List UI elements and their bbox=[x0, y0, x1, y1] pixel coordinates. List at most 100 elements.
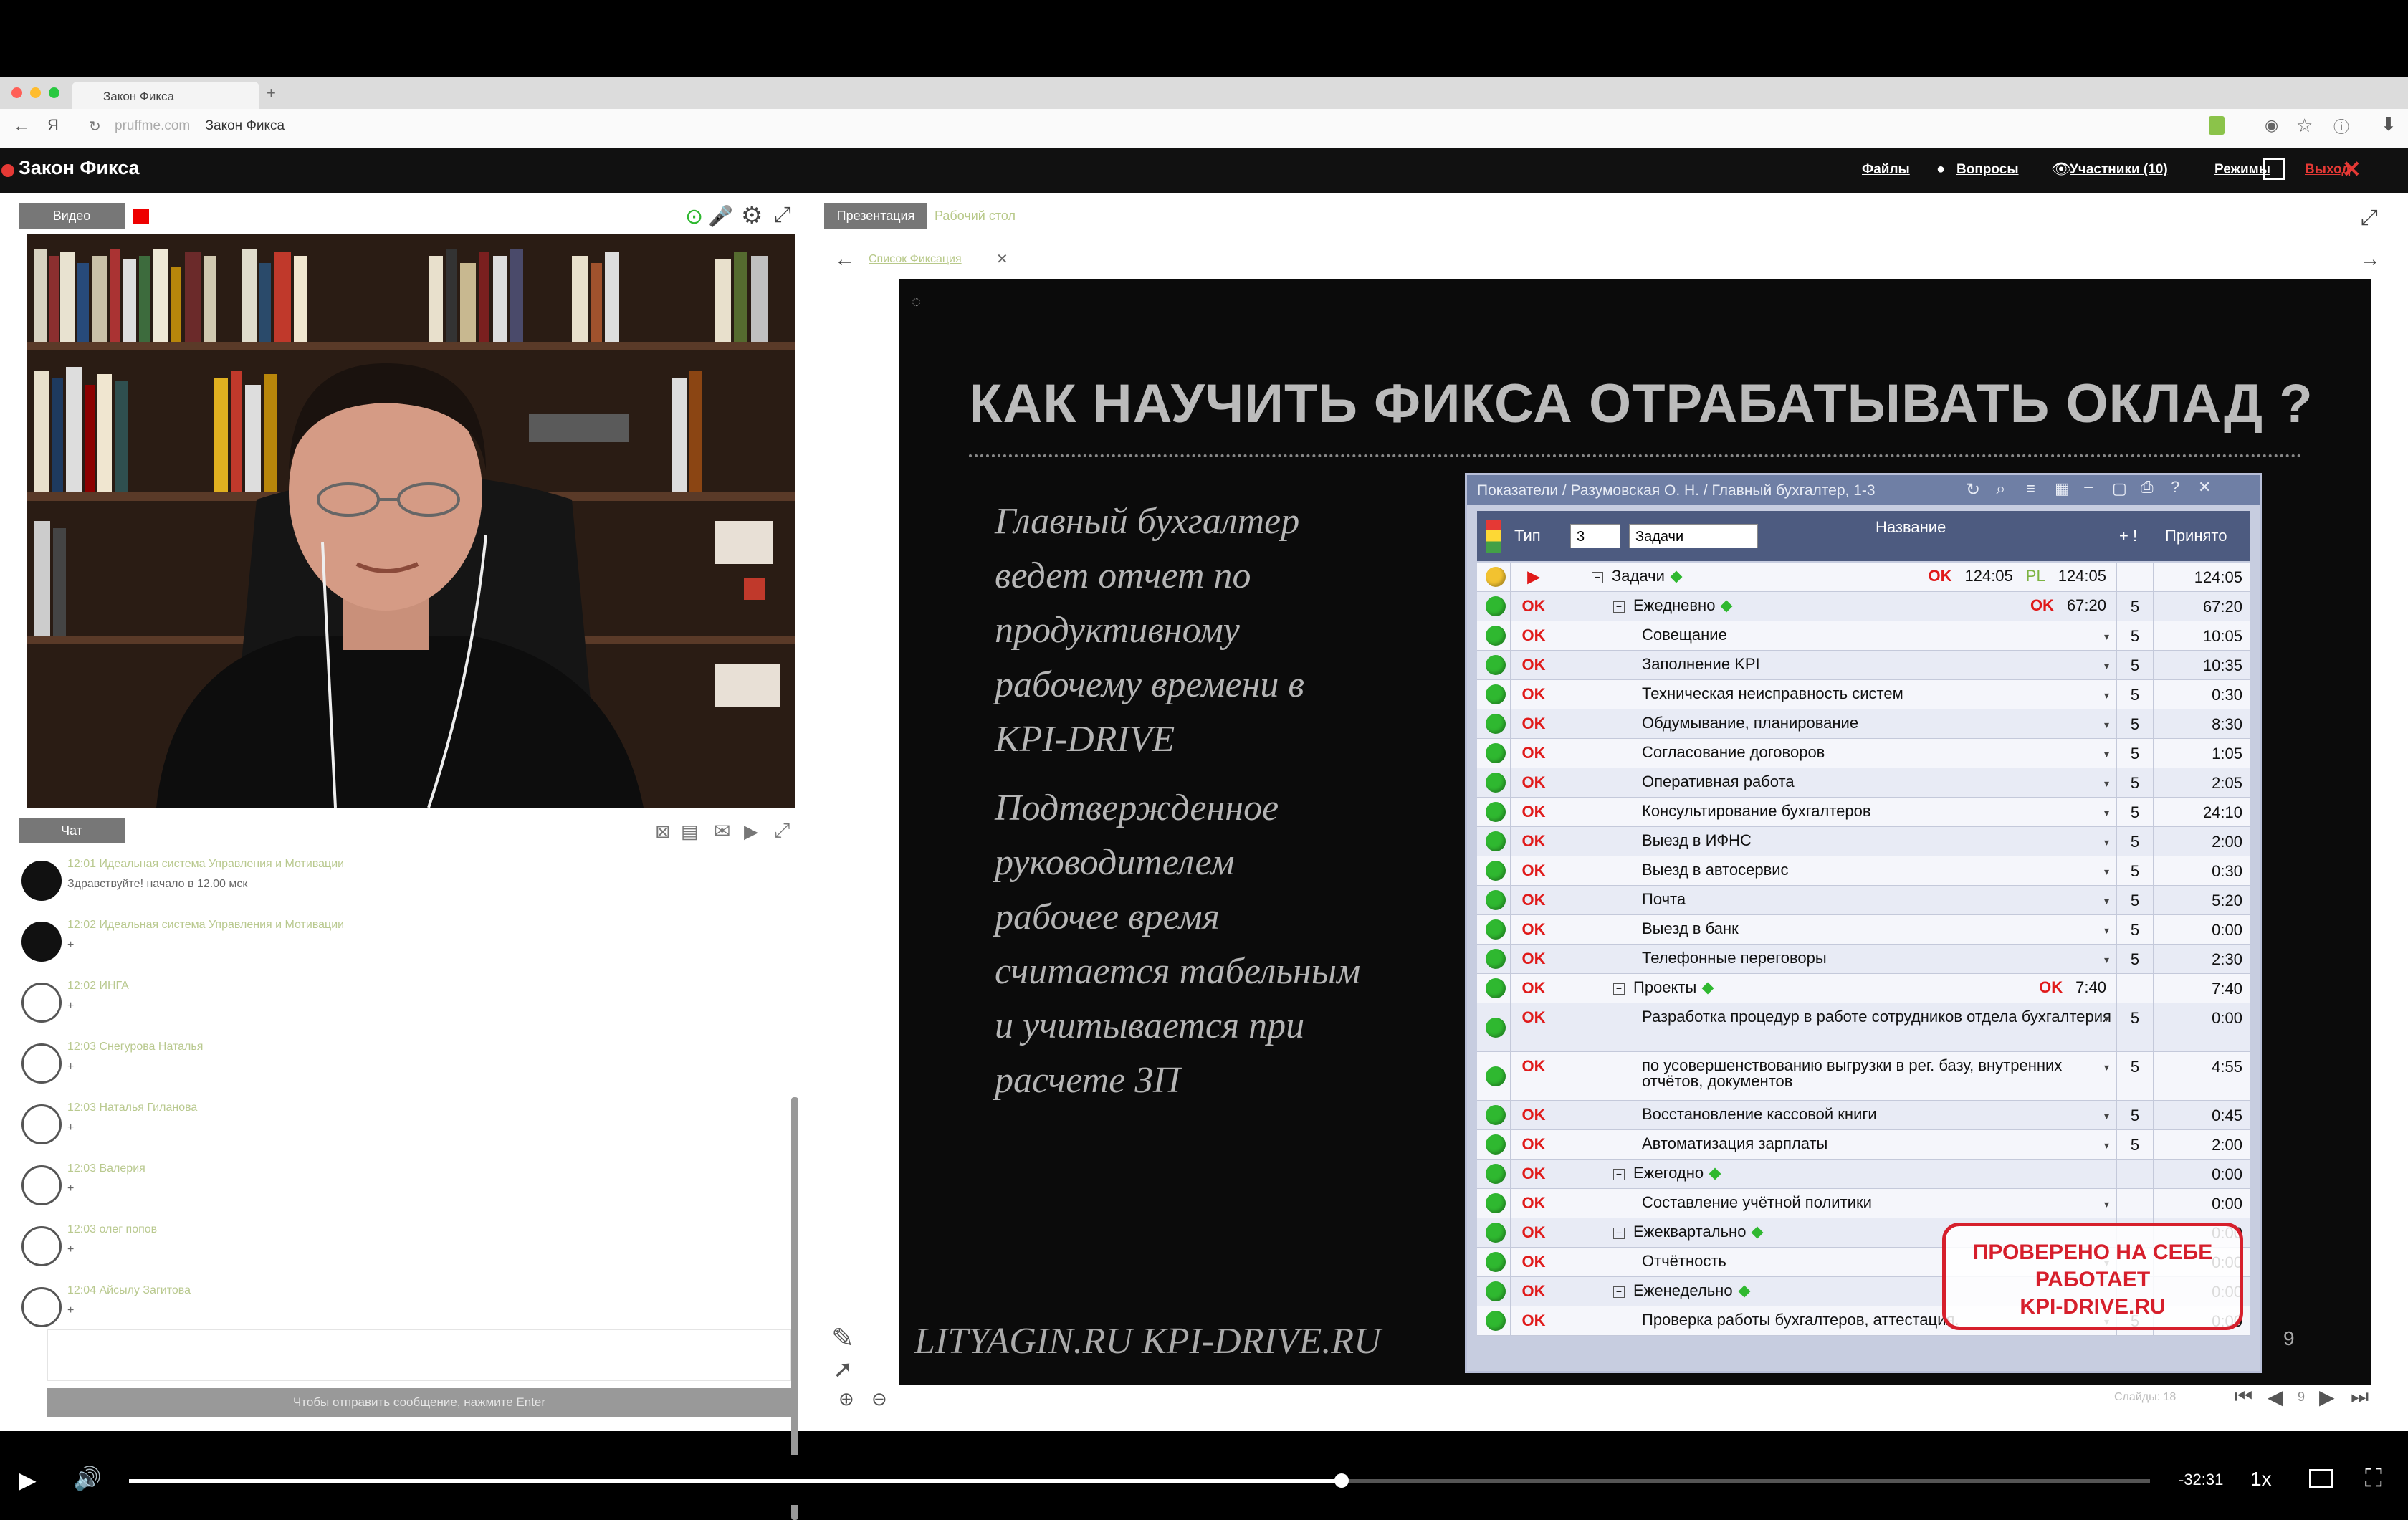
kpi-row[interactable]: OK Консультирование бухгалтеров ▾ 5 24:10 bbox=[1477, 798, 2250, 827]
next-slide-icon[interactable]: ▶ bbox=[2319, 1385, 2335, 1409]
browser-tab[interactable]: Закон Фикса bbox=[72, 82, 259, 109]
tab-desktop[interactable]: Рабочий стол bbox=[935, 209, 1016, 224]
seek-bar[interactable] bbox=[129, 1473, 2150, 1488]
location-icon[interactable]: ⊙ bbox=[685, 204, 703, 229]
kpi-row[interactable]: OK Обдумывание, планирование ▾ 5 8:30 bbox=[1477, 709, 2250, 739]
search-icon[interactable]: ⌕ bbox=[1996, 479, 2005, 500]
collapse-icon[interactable]: − bbox=[1613, 1169, 1625, 1180]
minimize-window-dot[interactable] bbox=[30, 87, 41, 98]
maximize-window-dot[interactable] bbox=[49, 87, 59, 98]
kpi-row[interactable]: OK Выезд в банк ▾ 5 0:00 bbox=[1477, 915, 2250, 945]
row-menu-icon[interactable]: ▾ bbox=[2104, 628, 2109, 644]
microphone-icon[interactable]: 🎤 bbox=[708, 204, 733, 228]
playback-speed[interactable]: 1x bbox=[2250, 1468, 2272, 1491]
nav-questions[interactable]: Вопросы bbox=[1956, 162, 2019, 178]
last-slide-icon[interactable]: ⏭ bbox=[2351, 1385, 2369, 1409]
expand-chat-icon[interactable]: ⤢ bbox=[774, 819, 790, 843]
row-menu-icon[interactable]: ▾ bbox=[2104, 805, 2109, 821]
kpi-row[interactable]: OK − Ежедневно OK 67:20 5 67:20 bbox=[1477, 592, 2250, 621]
period-select[interactable]: 3 bbox=[1570, 524, 1620, 548]
kpi-row[interactable]: OK по усовершенствованию выгрузки в рег. … bbox=[1477, 1052, 2250, 1101]
play-chat-icon[interactable]: ▶ bbox=[744, 821, 758, 843]
row-menu-icon[interactable]: ▾ bbox=[2104, 834, 2109, 850]
row-menu-icon[interactable]: ▾ bbox=[2104, 658, 2109, 674]
row-menu-icon[interactable]: ▾ bbox=[2104, 864, 2109, 879]
clear-chat-icon[interactable]: ⊠ bbox=[655, 821, 671, 843]
kpi-row[interactable]: OK Совещание ▾ 5 10:05 bbox=[1477, 621, 2250, 651]
row-menu-icon[interactable]: ▾ bbox=[2104, 687, 2109, 703]
row-menu-icon[interactable]: ▾ bbox=[2104, 893, 2109, 909]
kpi-row[interactable]: OK Согласование договоров ▾ 5 1:05 bbox=[1477, 739, 2250, 768]
col-sort-icon[interactable]: + ! bbox=[2119, 511, 2137, 561]
file-tab[interactable]: Список Фиксация bbox=[869, 253, 962, 266]
mail-icon[interactable]: ✉ bbox=[714, 819, 730, 843]
zoom-out-icon[interactable]: ⊖ bbox=[871, 1388, 887, 1410]
row-menu-icon[interactable]: ▾ bbox=[2104, 717, 2109, 732]
protect-icon[interactable]: ◉ bbox=[2265, 116, 2278, 135]
tab-video[interactable]: Видео bbox=[19, 203, 125, 229]
nav-modes[interactable]: Режимы bbox=[2214, 162, 2270, 178]
kpi-row[interactable]: OK Восстановление кассовой книги ▾ 5 0:45 bbox=[1477, 1101, 2250, 1130]
fullscreen-layout-icon[interactable] bbox=[2263, 158, 2285, 180]
back-arrow-icon[interactable]: ← bbox=[834, 247, 856, 272]
download-icon[interactable]: ⬇ bbox=[2381, 113, 2397, 135]
filter-select[interactable]: Задачи bbox=[1629, 524, 1758, 548]
kpi-row[interactable]: OK Телефонные переговоры ▾ 5 2:30 bbox=[1477, 945, 2250, 974]
close-kpi-icon[interactable]: ✕ bbox=[2198, 478, 2211, 497]
yandex-icon[interactable]: Я bbox=[47, 116, 59, 135]
collapse-icon[interactable]: − bbox=[1592, 572, 1603, 583]
back-icon[interactable]: ← bbox=[13, 116, 30, 136]
chat-input[interactable] bbox=[47, 1329, 791, 1381]
row-menu-icon[interactable]: ▾ bbox=[2104, 1108, 2109, 1124]
play-icon[interactable]: ▶ bbox=[19, 1466, 37, 1493]
row-menu-icon[interactable]: ▾ bbox=[2104, 1059, 2109, 1075]
record-icon[interactable] bbox=[133, 209, 149, 224]
list-icon[interactable]: ≡ bbox=[2026, 479, 2035, 498]
kpi-row[interactable]: OK Оперативная работа ▾ 5 2:05 bbox=[1477, 768, 2250, 798]
current-slide[interactable]: 9 bbox=[2298, 1390, 2305, 1405]
close-icon[interactable]: ✕ bbox=[2342, 156, 2361, 183]
chat-log[interactable]: 12:01 Идеальная система Управления и Мот… bbox=[0, 851, 801, 1520]
kpi-row[interactable]: OK Выезд в автосервис ▾ 5 0:30 bbox=[1477, 856, 2250, 886]
row-menu-icon[interactable]: ▾ bbox=[2104, 1010, 2109, 1026]
kpi-row[interactable]: OK Автоматизация зарплаты ▾ 5 2:00 bbox=[1477, 1130, 2250, 1160]
zoom-in-icon[interactable]: ⊕ bbox=[838, 1388, 854, 1410]
kpi-row[interactable]: OK Заполнение KPI ▾ 5 10:35 bbox=[1477, 651, 2250, 680]
kpi-row[interactable]: OK − Ежегодно 0:00 bbox=[1477, 1160, 2250, 1189]
refresh-icon[interactable]: ↻ bbox=[1966, 479, 1980, 500]
print-icon[interactable]: ⎙ bbox=[2141, 478, 2154, 497]
kpi-row[interactable]: OK Техническая неисправность систем ▾ 5 0:30 bbox=[1477, 680, 2250, 709]
grid-icon[interactable]: ▦ bbox=[2055, 479, 2070, 498]
row-menu-icon[interactable]: ▾ bbox=[2104, 775, 2109, 791]
info-icon[interactable]: ⓘ bbox=[2333, 115, 2349, 138]
minimize-icon[interactable]: − bbox=[2083, 478, 2093, 498]
url-field[interactable]: pruffme.com Закон Фикса bbox=[115, 118, 285, 134]
col-type[interactable]: Тип bbox=[1514, 511, 1541, 561]
expand-icon[interactable]: ⤢ bbox=[774, 203, 791, 227]
tab-presentation[interactable]: Презентация bbox=[824, 203, 927, 229]
collapse-icon[interactable]: − bbox=[1613, 601, 1625, 613]
collapse-icon[interactable]: − bbox=[1613, 1286, 1625, 1298]
tab-chat[interactable]: Чат bbox=[19, 818, 125, 843]
volume-icon[interactable]: 🔊 bbox=[73, 1465, 102, 1492]
restore-icon[interactable]: ▢ bbox=[2112, 479, 2127, 498]
kpi-row[interactable]: ▶ − Задачи OK 124:05 PL 124:05 124:05 bbox=[1477, 563, 2250, 592]
new-tab-icon[interactable]: + bbox=[267, 84, 276, 102]
first-slide-icon[interactable]: ⏮ bbox=[2235, 1385, 2252, 1409]
forward-arrow-icon[interactable]: → bbox=[2359, 247, 2381, 272]
collapse-icon[interactable]: − bbox=[1613, 983, 1625, 995]
kpi-row[interactable]: OK − Проекты OK 7:40 7:40 bbox=[1477, 974, 2250, 1003]
reload-icon[interactable]: ↻ bbox=[89, 118, 101, 135]
picture-in-picture-icon[interactable] bbox=[2309, 1469, 2333, 1488]
col-name[interactable]: Название bbox=[1876, 502, 1946, 553]
settings-icon[interactable]: ⚙ bbox=[741, 201, 763, 230]
kpi-row[interactable]: OK Составление учётной политики ▾ 0:00 bbox=[1477, 1189, 2250, 1218]
lock-icon[interactable] bbox=[2209, 116, 2225, 135]
row-menu-icon[interactable]: ▾ bbox=[2104, 922, 2109, 938]
row-menu-icon[interactable]: ▾ bbox=[2104, 746, 2109, 762]
col-accepted[interactable]: Принято bbox=[2165, 511, 2227, 561]
kpi-row[interactable]: OK Почта ▾ 5 5:20 bbox=[1477, 886, 2250, 915]
row-menu-icon[interactable]: ▾ bbox=[2104, 952, 2109, 967]
fullscreen-icon[interactable]: ⛶ bbox=[2365, 1465, 2382, 1493]
close-file-icon[interactable]: ✕ bbox=[996, 250, 1008, 268]
